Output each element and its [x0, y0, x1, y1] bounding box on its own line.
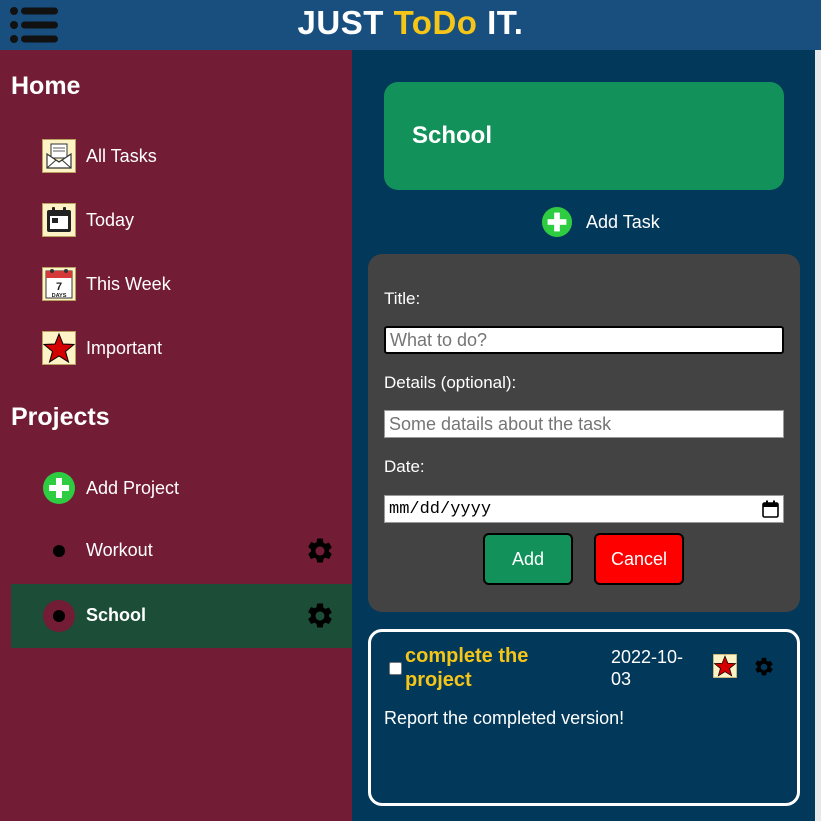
app-title: JUST ToDo IT. [0, 4, 821, 42]
star-icon [42, 331, 76, 365]
add-project-label: Add Project [86, 478, 180, 498]
task-details: Report the completed version! [384, 708, 625, 728]
title-input[interactable] [384, 326, 784, 354]
sidebar: Home All Tasks Today 7 DAYS This Week Im… [0, 50, 352, 821]
gear-icon[interactable] [305, 601, 335, 631]
sidebar-item-label: All Tasks [86, 146, 157, 166]
app-header: JUST ToDo IT. [0, 0, 821, 50]
project-name: Workout [86, 540, 153, 560]
project-title: School [412, 122, 493, 149]
project-bullet [43, 600, 75, 632]
gear-icon[interactable] [753, 656, 775, 678]
project-name: School [86, 605, 147, 625]
project-banner: School [384, 82, 784, 190]
bullet-icon [53, 610, 65, 622]
sidebar-item-label: Today [86, 210, 135, 230]
details-input[interactable] [384, 410, 784, 438]
new-task-form: Title: Details (optional): Date: mm/dd/y… [368, 254, 800, 612]
cancel-button[interactable]: Cancel [594, 533, 684, 585]
bullet-icon [53, 545, 65, 557]
envelope-icon [42, 139, 76, 173]
home-heading: Home [11, 72, 81, 100]
calendar-picker-icon[interactable] [762, 500, 779, 518]
date-label: Date: [384, 457, 425, 476]
sidebar-item-important[interactable]: Important [42, 331, 302, 365]
project-bullet [43, 535, 75, 567]
calendar-day-icon [42, 203, 76, 237]
add-button[interactable]: Add [483, 533, 573, 585]
task-title: complete the project [405, 645, 529, 691]
app-title-accent: ToDo [393, 4, 478, 41]
date-input[interactable]: mm/dd/yyyy [384, 495, 784, 523]
sidebar-item-today[interactable]: Today [42, 203, 302, 237]
details-label: Details (optional): [384, 373, 517, 392]
star-icon[interactable] [713, 654, 737, 678]
calendar-week-icon: 7 DAYS [42, 267, 76, 301]
plus-circle-icon [541, 206, 573, 238]
sidebar-item-all-tasks[interactable]: All Tasks [42, 139, 302, 173]
gear-icon[interactable] [305, 536, 335, 566]
scrollbar[interactable] [815, 50, 821, 821]
sidebar-item-label: Important [86, 338, 163, 358]
plus-circle-icon [43, 472, 75, 504]
task-date: 2022-10-03 [611, 647, 684, 689]
sidebar-item-label: This Week [86, 274, 171, 294]
app-title-part2: IT. [477, 4, 524, 41]
task-card: complete the project 2022-10-03 Report t… [368, 629, 800, 806]
calendar-week-days: DAYS [52, 293, 67, 299]
sidebar-item-this-week[interactable]: 7 DAYS This Week [42, 267, 302, 301]
title-label: Title: [384, 289, 421, 308]
calendar-week-number: 7 [56, 281, 62, 293]
date-input-placeholder: mm/dd/yyyy [389, 500, 492, 519]
app-title-part1: JUST [297, 4, 394, 41]
project-item-school[interactable]: School [11, 584, 352, 648]
add-task-label: Add Task [586, 212, 660, 232]
projects-heading: Projects [11, 403, 110, 431]
project-item-workout[interactable]: Workout [11, 519, 352, 583]
task-complete-checkbox[interactable] [389, 662, 402, 675]
add-project-button[interactable]: Add Project [42, 471, 302, 505]
add-task-button[interactable]: Add Task [541, 206, 681, 238]
